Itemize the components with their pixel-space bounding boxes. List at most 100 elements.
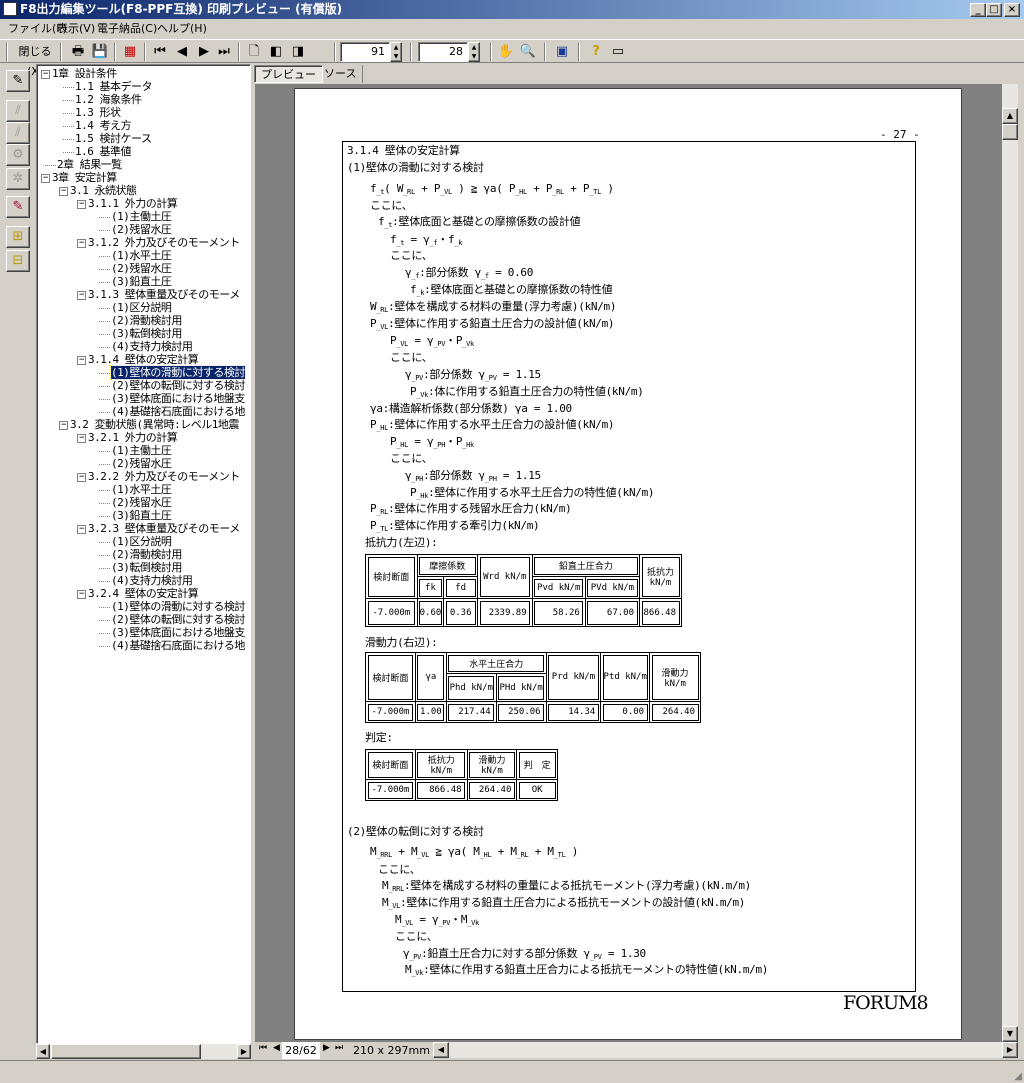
tree-item[interactable]: (1)区分説明	[37, 301, 172, 314]
close-window-button[interactable]: ×	[1004, 3, 1020, 17]
first-page-icon[interactable]: ⏮	[150, 42, 170, 62]
zoom-spinner[interactable]: ▲ ▼	[390, 42, 402, 62]
tree-item[interactable]: −3.1.1 外力の計算	[37, 197, 178, 210]
collapse-icon[interactable]: −	[77, 355, 86, 365]
tree-item[interactable]: (3)転倒検討用	[37, 561, 182, 574]
info-card-icon[interactable]: ▭	[608, 42, 628, 62]
collapse-icon[interactable]: −	[77, 589, 86, 599]
close-button[interactable]: 閉じる(X)	[12, 42, 58, 78]
collapse-icon[interactable]: −	[59, 420, 68, 430]
tree-item[interactable]: (2)残留水圧	[37, 457, 172, 470]
pen-icon[interactable]: ✎	[6, 70, 30, 92]
tree-item[interactable]: −3.1.3 壁体重量及びそのモーメ	[37, 288, 240, 301]
maximize-button[interactable]: □	[986, 3, 1002, 17]
save-icon[interactable]: 💾	[90, 42, 110, 62]
tree-item[interactable]: −3.2.3 壁体重量及びそのモーメ	[37, 522, 240, 535]
scroll-thumb[interactable]	[51, 1044, 201, 1059]
prev-page-icon[interactable]: ◀	[172, 42, 192, 62]
multi-page-icon[interactable]: ◨	[288, 42, 308, 62]
color-icon[interactable]: ✎	[6, 196, 30, 218]
tree-item[interactable]: (3)鉛直土圧	[37, 509, 172, 522]
tree-item[interactable]: 1.2 海象条件	[37, 93, 142, 106]
tree-item[interactable]: (4)支持力検討用	[37, 574, 193, 587]
menu-view[interactable]: 表示(V)	[57, 19, 95, 38]
tree-item[interactable]: 1.6 基準値	[37, 145, 132, 158]
tree-item[interactable]: (3)転倒検討用	[37, 327, 182, 340]
tree-item[interactable]: −3.2.2 外力及びそのモーメント	[37, 470, 240, 483]
scroll-right-button[interactable]: ▶	[1002, 1042, 1018, 1058]
tree-item[interactable]: (3)鉛直土圧	[37, 275, 172, 288]
outdent-icon[interactable]: ⫽	[6, 122, 30, 144]
two-page-icon[interactable]: ◧	[266, 42, 286, 62]
collapse-icon[interactable]: −	[77, 524, 86, 534]
scroll-left-button[interactable]: ◀	[36, 1044, 50, 1059]
tree-item[interactable]: (1)壁体の滑動に対する検討	[37, 365, 246, 380]
page-indicator[interactable]: 28/62	[282, 1042, 320, 1059]
indent-icon[interactable]: ⫽	[6, 100, 30, 122]
help-icon[interactable]: ?	[586, 42, 606, 62]
tree-item[interactable]: 1.1 基本データ	[37, 80, 153, 93]
tree-item[interactable]: 1.5 検討ケース	[37, 132, 152, 145]
scroll-thumb[interactable]	[1002, 124, 1018, 140]
export-icon[interactable]: ▣	[552, 42, 572, 62]
scroll-down-button[interactable]: ▼	[1002, 1026, 1018, 1042]
last-page-icon[interactable]: ⏭	[335, 1043, 343, 1053]
tree-item[interactable]: (2)残留水圧	[37, 496, 172, 509]
next-page-icon[interactable]: ▶	[194, 42, 214, 62]
next-page-icon[interactable]: ▶	[323, 1043, 330, 1053]
tree-item[interactable]: −1章 設計条件	[37, 67, 117, 80]
collapse-icon[interactable]: −	[77, 472, 86, 482]
tree-item[interactable]: 2章 結果一覧	[37, 158, 122, 171]
tree-item[interactable]: (1)主働土圧	[37, 210, 172, 223]
tree-item[interactable]: (2)壁体の転倒に対する検討	[37, 613, 245, 626]
tree-item[interactable]: (3)壁体底面における地盤支	[37, 392, 245, 405]
tree-item[interactable]: (1)水平土圧	[37, 249, 172, 262]
hand-icon[interactable]: ✋	[496, 42, 516, 62]
tools-disabled-icon[interactable]: ✲	[6, 168, 30, 190]
tree-collapse-icon[interactable]: ⊟	[6, 250, 30, 272]
page-input[interactable]: 28	[418, 42, 468, 62]
zoom-input[interactable]: 91	[340, 42, 390, 62]
tab-source[interactable]: ソース	[318, 65, 364, 83]
collapse-icon[interactable]: −	[59, 186, 68, 196]
tree-item[interactable]: (4)支持力検討用	[37, 340, 193, 353]
magnifier-icon[interactable]: 🔍	[518, 42, 538, 62]
collapse-icon[interactable]: −	[77, 238, 86, 248]
tree-item[interactable]: −3.1 永続状態	[37, 184, 137, 197]
tree-item[interactable]: −3.2.1 外力の計算	[37, 431, 178, 444]
tree-expand-icon[interactable]: ⊞	[6, 226, 30, 248]
tree-item[interactable]: (1)水平土圧	[37, 483, 172, 496]
outline-tree[interactable]: −1章 設計条件 1.1 基本データ 1.2 海象条件 1.3 形状 1.4 考え方 1.…	[36, 64, 251, 1044]
tree-item[interactable]: (2)滑動検討用	[37, 314, 182, 327]
collapse-icon[interactable]: −	[41, 69, 50, 79]
tree-item[interactable]: −3.2.4 壁体の安定計算	[37, 587, 199, 600]
minimize-button[interactable]: _	[970, 3, 986, 17]
page-spinner[interactable]: ▲ ▼	[468, 42, 480, 62]
resize-grip-icon[interactable]: ◢	[1014, 1071, 1022, 1082]
collapse-icon[interactable]: −	[41, 173, 50, 183]
tree-item[interactable]: −3.1.2 外力及びそのモーメント	[37, 236, 240, 249]
tree-item[interactable]: (3)壁体底面における地盤支	[37, 626, 245, 639]
tab-preview[interactable]: プレビュー	[254, 65, 323, 83]
print-icon[interactable]: 🖶	[68, 42, 88, 62]
properties-icon[interactable]: ▦	[120, 42, 140, 62]
settings-disabled-icon[interactable]: ⚙	[6, 144, 30, 166]
tree-item[interactable]: −3章 安定計算	[37, 171, 117, 184]
tree-item[interactable]: −3.1.4 壁体の安定計算	[37, 353, 199, 366]
collapse-icon[interactable]: −	[77, 433, 86, 443]
tree-item[interactable]: (2)残留水圧	[37, 223, 172, 236]
tree-item[interactable]: (1)主働土圧	[37, 444, 172, 457]
scroll-right-button[interactable]: ▶	[237, 1044, 251, 1059]
tree-item[interactable]: 1.3 形状	[37, 106, 121, 119]
horizontal-scrollbar[interactable]: ◀ ▶	[433, 1042, 1018, 1058]
first-page-icon[interactable]: ⏮	[259, 1043, 267, 1053]
tree-item[interactable]: −3.2 変動状態(異常時:レベル1地震	[37, 418, 239, 431]
tree-horizontal-scrollbar[interactable]: ◀ ▶	[36, 1044, 251, 1059]
tree-item[interactable]: (2)残留水圧	[37, 262, 172, 275]
menu-help[interactable]: ヘルプ(H)	[157, 19, 207, 38]
tree-item[interactable]: (1)区分説明	[37, 535, 172, 548]
scroll-up-button[interactable]: ▲	[1002, 108, 1018, 124]
preview-vertical-scrollbar[interactable]: ▲ ▼	[1002, 84, 1018, 1042]
menu-electronic-delivery[interactable]: 電子納品(C)	[97, 19, 157, 38]
tree-item[interactable]: (4)基礎捨石底面における地	[37, 405, 245, 418]
